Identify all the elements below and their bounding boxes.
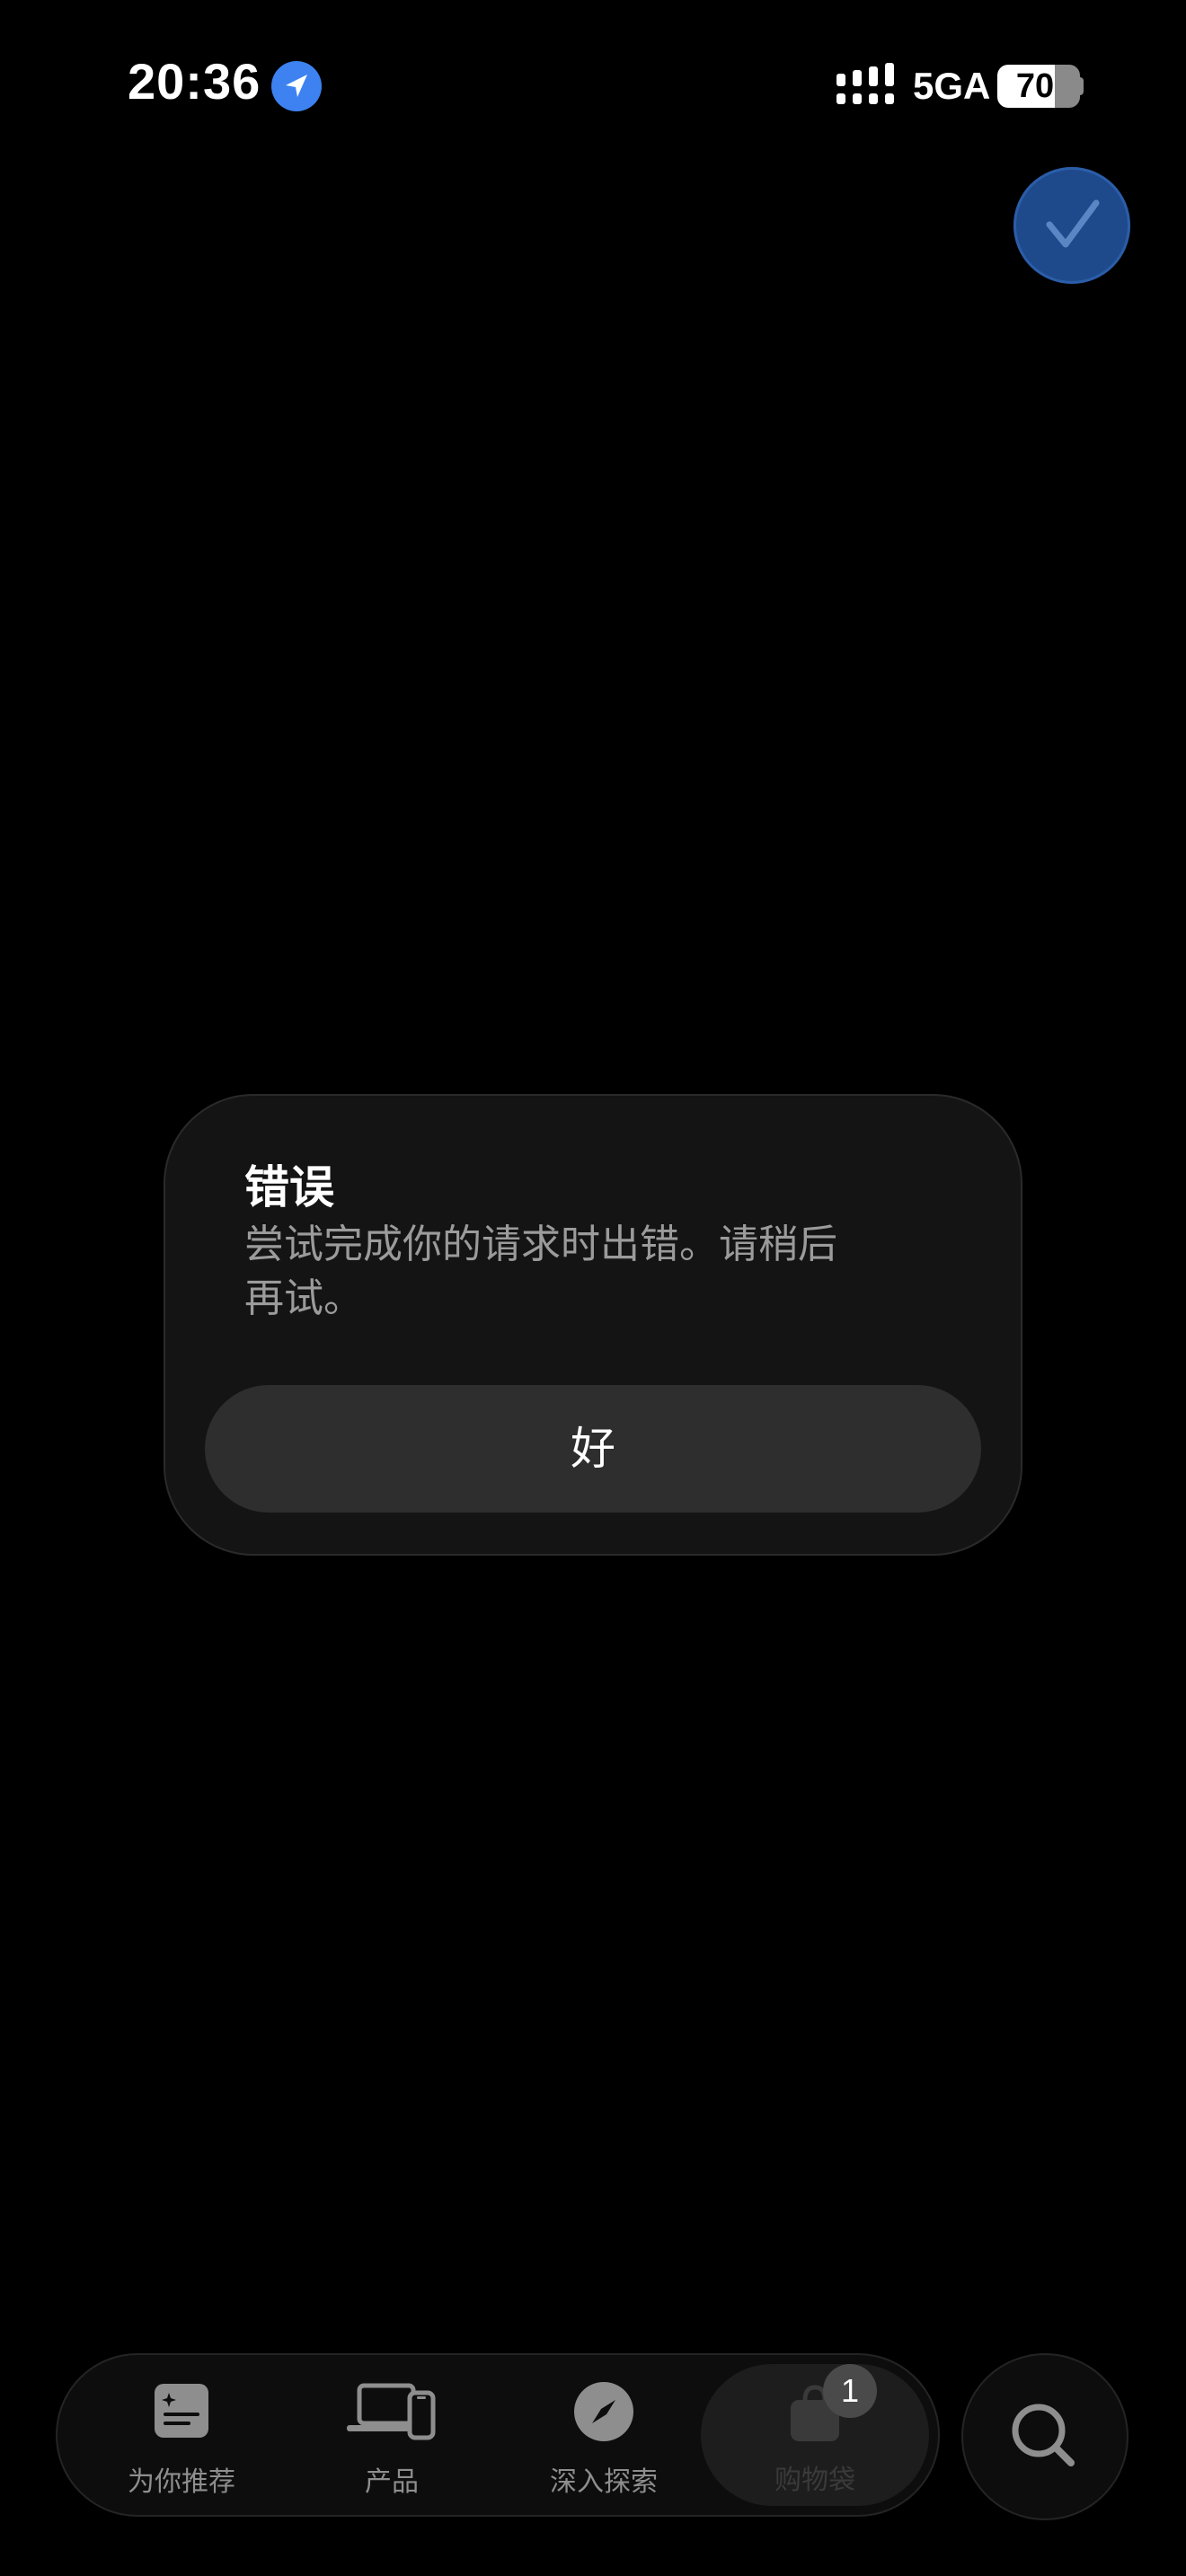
tab-bar: 为你推荐 产品 深入探索 购物袋 (56, 2353, 940, 2517)
compass-icon (574, 2382, 633, 2441)
tab-label: 产品 (365, 2466, 419, 2498)
network-type: 5GA (913, 65, 991, 107)
tab-products[interactable]: 产品 (302, 2353, 482, 2517)
checkmark-button[interactable] (1013, 167, 1130, 284)
checkmark-icon (1046, 199, 1100, 248)
search-icon (1012, 2404, 1075, 2466)
battery-cap (1078, 77, 1084, 95)
status-time: 20:36 (128, 53, 261, 110)
devices-icon (347, 2383, 436, 2440)
bag-count-badge: 1 (823, 2364, 877, 2418)
alert-message: 尝试完成你的请求时出错。请稍后再试。 (244, 1222, 837, 1321)
ok-button[interactable]: 好 (205, 1385, 981, 1513)
signal-icon (836, 63, 894, 104)
alert-title: 错误 (244, 1161, 334, 1213)
tab-label: 为你推荐 (128, 2466, 235, 2498)
status-bar: 20:36 5GA 70 (0, 0, 1186, 171)
location-arrow-icon (271, 61, 322, 111)
search-button[interactable] (961, 2353, 1128, 2520)
tab-for-you[interactable]: 为你推荐 (92, 2353, 271, 2517)
tab-bag[interactable]: 购物袋 (701, 2364, 929, 2506)
error-alert-dialog: 错误 尝试完成你的请求时出错。请稍后再试。 好 (164, 1094, 1022, 1556)
for-you-icon (155, 2384, 208, 2438)
tab-explore[interactable]: 深入探索 (514, 2353, 694, 2517)
battery-level: 70 (1015, 67, 1055, 105)
tab-label: 深入探索 (550, 2466, 658, 2498)
tab-label: 购物袋 (774, 2465, 855, 2496)
battery-icon: 70 (997, 65, 1080, 108)
